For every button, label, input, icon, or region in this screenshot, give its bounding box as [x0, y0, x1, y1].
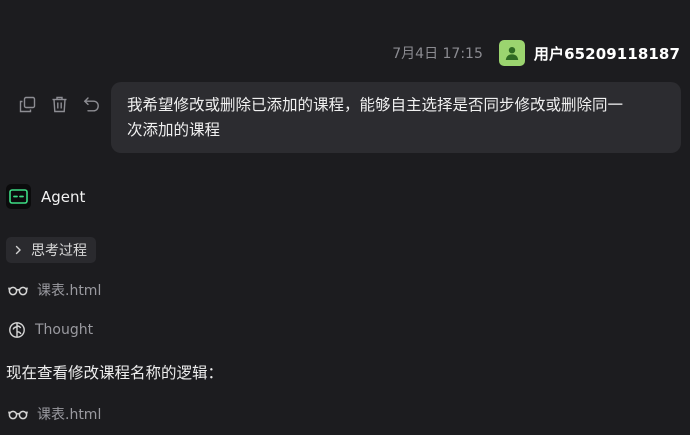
- glasses-icon: [8, 408, 28, 420]
- message-actions: [17, 94, 101, 114]
- tool-step-label: Thought: [35, 322, 94, 338]
- undo-icon[interactable]: [81, 94, 101, 114]
- agent-logo-icon: [6, 184, 31, 209]
- tool-step-thought[interactable]: Thought: [8, 321, 93, 339]
- tool-step-read-file[interactable]: 课表.html: [8, 280, 101, 300]
- brain-icon: [8, 321, 26, 339]
- timestamp: 7月4日 17:15: [392, 46, 483, 62]
- glasses-icon: [8, 284, 28, 296]
- thinking-process-toggle[interactable]: 思考过程: [6, 237, 96, 263]
- user-info: 用户65209118187: [498, 40, 680, 66]
- agent-name: Agent: [41, 187, 86, 206]
- user-message-line: 次添加的课程: [127, 121, 221, 139]
- trash-icon[interactable]: [49, 94, 69, 114]
- tool-step-label: 课表.html: [37, 407, 102, 423]
- user-avatar-icon[interactable]: [498, 40, 525, 66]
- user-name: 用户65209118187: [533, 44, 680, 63]
- tool-step-read-file[interactable]: 课表.html: [8, 404, 101, 424]
- chevron-right-icon: [14, 245, 22, 255]
- tool-step-label: 课表.html: [37, 283, 102, 299]
- agent-message-text: 现在查看修改课程名称的逻辑：: [6, 364, 224, 382]
- agent-header: Agent: [6, 184, 85, 209]
- copy-icon[interactable]: [17, 94, 37, 114]
- thinking-process-label: 思考过程: [31, 243, 87, 259]
- message-header: 7月4日 17:15 用户65209118187: [392, 38, 680, 68]
- user-message-bubble: 我希望修改或删除已添加的课程，能够自主选择是否同步修改或删除同一 次添加的课程: [111, 82, 681, 153]
- user-message-line: 我希望修改或删除已添加的课程，能够自主选择是否同步修改或删除同一: [127, 96, 624, 114]
